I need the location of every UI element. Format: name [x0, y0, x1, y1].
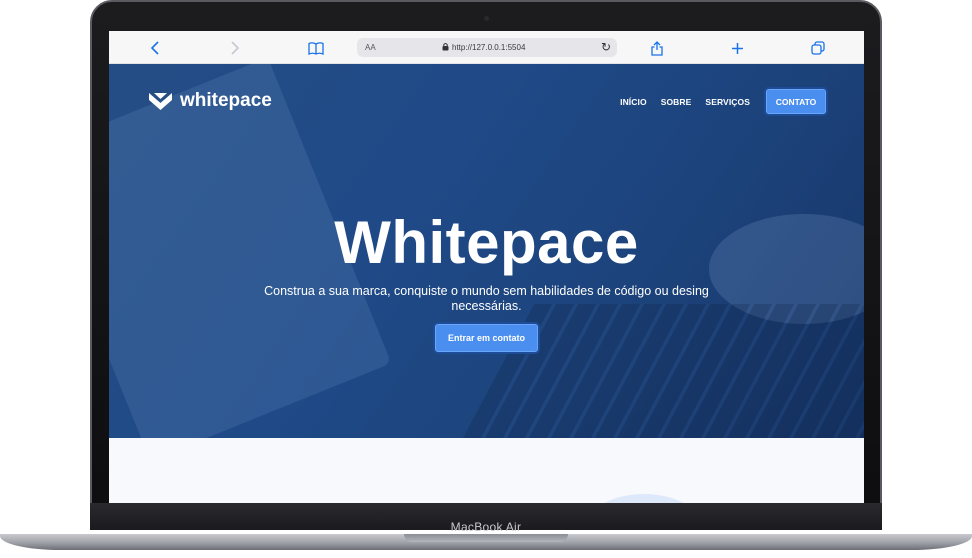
text-size-button[interactable]: AA [365, 43, 376, 52]
reload-icon[interactable]: ↻ [601, 40, 611, 54]
get-in-touch-button[interactable]: Entrar em contato [433, 322, 540, 354]
device-label: MacBook Air [450, 520, 522, 534]
forward-icon[interactable] [225, 38, 245, 58]
contact-button[interactable]: CONTATO [764, 87, 828, 116]
new-tab-icon[interactable] [727, 38, 747, 58]
browser-toolbar: AA http://127.0.0.1:5504 ↻ [109, 31, 864, 64]
nav-sobre[interactable]: SOBRE [661, 97, 692, 107]
nav-inicio[interactable]: INÍCIO [620, 97, 647, 107]
camera-icon [484, 16, 489, 21]
url-text: http://127.0.0.1:5504 [452, 43, 526, 52]
logo-icon [149, 92, 172, 110]
hero-subtitle: Construa a sua marca, conquiste o mundo … [264, 284, 709, 313]
lock-icon [442, 42, 449, 51]
hero-section: whitepace INÍCIO SOBRE SERVIÇOS CONTATO … [109, 64, 864, 438]
hero-title: Whitepace [334, 209, 639, 276]
share-icon[interactable] [647, 38, 667, 58]
next-section [109, 438, 864, 503]
laptop-notch [404, 534, 568, 542]
tabs-icon[interactable] [808, 38, 828, 58]
decorative-shape [589, 494, 699, 503]
bookmarks-icon[interactable] [306, 38, 326, 58]
address-bar[interactable]: AA http://127.0.0.1:5504 ↻ [357, 38, 617, 57]
browser-window: AA http://127.0.0.1:5504 ↻ whitepace INÍ… [109, 31, 864, 503]
site-logo[interactable]: whitepace [148, 90, 272, 112]
brand-name: whitepace [180, 90, 272, 111]
nav-servicos[interactable]: SERVIÇOS [705, 97, 750, 107]
back-icon[interactable] [145, 38, 165, 58]
main-nav: INÍCIO SOBRE SERVIÇOS CONTATO [620, 87, 828, 116]
